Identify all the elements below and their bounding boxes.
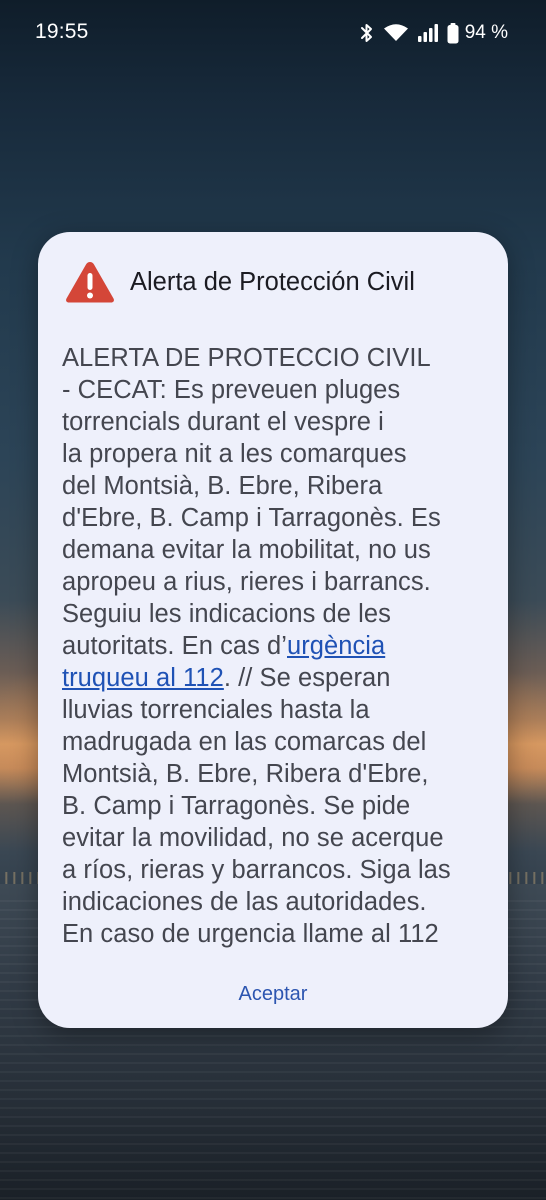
alert-line: autoritats. En cas d’urgència (62, 630, 484, 662)
cell-signal-icon (417, 24, 438, 42)
accept-button[interactable]: Aceptar (213, 974, 333, 1014)
alert-line: indicaciones de las autoridades. (62, 888, 427, 916)
alert-line: demana evitar la mobilitat, no us (62, 536, 431, 564)
phone-112-link[interactable]: urgència (287, 632, 385, 660)
warning-icon (66, 262, 114, 303)
alert-line: a ríos, rieras y barrancos. Siga las (62, 856, 451, 884)
wifi-icon (383, 24, 408, 41)
emergency-alert-dialog: Alerta de Protección Civil ALERTA DE PRO… (38, 232, 508, 1028)
alert-line: - CECAT: Es preveuen pluges (62, 376, 401, 404)
alert-text-segment: . // Se esperan (223, 664, 391, 692)
alert-message: ALERTA DE PROTECCIO CIVIL - CECAT: Es pr… (62, 342, 484, 950)
status-bar: 19:55 94 % (0, 0, 546, 64)
alert-line: apropeu a rius, rieres i barrancs. (62, 568, 431, 596)
bluetooth-icon (360, 24, 372, 42)
alert-text-segment: autoritats. En cas d’ (62, 632, 287, 660)
alert-line: Montsià, B. Ebre, Ribera d'Ebre, (62, 760, 429, 788)
alert-line: B. Camp i Tarragonès. Se pide (62, 792, 411, 820)
status-time: 19:55 (35, 20, 89, 43)
alert-line: evitar la movilidad, no se acerque (62, 824, 444, 852)
alert-line: torrencials durant el vespre i (62, 408, 384, 436)
alert-line: truqueu al 112. // Se esperan (62, 662, 484, 694)
alert-line: del Montsià, B. Ebre, Ribera (62, 472, 383, 500)
alert-line: madrugada en las comarcas del (62, 728, 427, 756)
status-icons: 94 % (359, 21, 508, 45)
alert-line: ALERTA DE PROTECCIO CIVIL (62, 344, 431, 372)
alert-line: lluvias torrenciales hasta la (62, 696, 370, 724)
alert-line: En caso de urgencia llame al 112 (62, 920, 439, 948)
dialog-title: Alerta de Protección Civil (130, 267, 415, 296)
battery-icon (447, 22, 459, 43)
alert-line: d'Ebre, B. Camp i Tarragonès. Es (62, 504, 441, 532)
phone-112-link[interactable]: truqueu al 112 (62, 664, 224, 692)
battery-percentage: 94 % (464, 22, 508, 43)
dialog-header: Alerta de Protección Civil (64, 256, 484, 308)
alert-line: la propera nit a les comarques (62, 440, 407, 468)
alert-line: Seguiu les indicacions de les (62, 600, 391, 628)
